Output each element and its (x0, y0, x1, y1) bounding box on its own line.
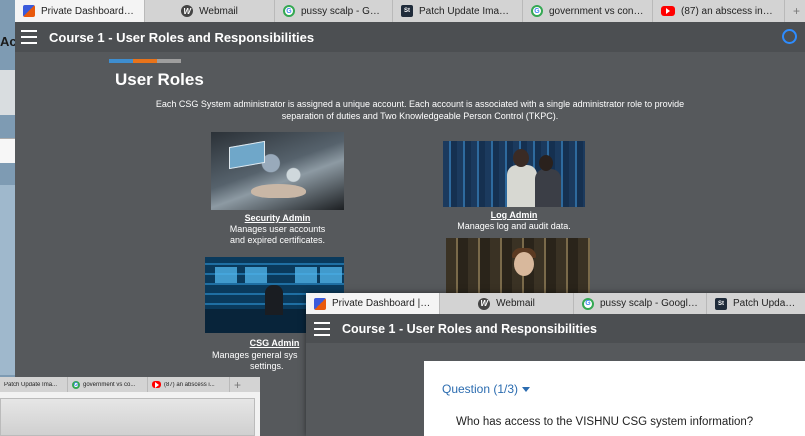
tab-youtube[interactable]: (87) an abscess i... (148, 377, 230, 392)
plus-icon: + (234, 377, 242, 392)
tab-google-search[interactable]: G pussy scalp - Google S... (574, 293, 707, 314)
section-title: User Roles (115, 70, 204, 89)
tab-label: pussy scalp - Google S... (600, 298, 698, 309)
tab-label: (87) an abscess inside... (681, 5, 776, 17)
foreground-window: Private Dashboard | Vi... W Webmail G pu… (306, 293, 805, 436)
dashboard-favicon-icon (23, 5, 35, 17)
security-admin-title: Security Admin (244, 213, 311, 223)
tab-patch-update[interactable]: St Patch Update Images –... (393, 0, 523, 22)
role-image-partial (446, 238, 590, 298)
tab-youtube[interactable]: (87) an abscess inside... (653, 0, 785, 22)
security-admin-description: Manages user accounts and expired certif… (201, 224, 354, 246)
tab-label: Webmail (199, 5, 238, 17)
tab-label: Patch Update Image (733, 298, 797, 309)
plus-icon: + (793, 4, 801, 18)
question-dropdown[interactable]: Question (1/3) (442, 382, 531, 396)
google-favicon-icon: G (283, 5, 295, 17)
youtube-favicon-icon (661, 6, 675, 16)
patch-favicon-icon: St (401, 5, 413, 17)
security-admin-image (211, 132, 344, 210)
content-image (0, 398, 255, 436)
accent-segment-gray (157, 59, 181, 63)
browser-tab-bar: Private Dashboard | Vi... W Webmail G pu… (306, 293, 805, 314)
google-favicon-icon: G (531, 5, 543, 17)
course-header: Course 1 - User Roles and Responsibiliti… (306, 314, 805, 343)
desc-line: Manages user accounts (229, 224, 326, 234)
tab-label: (87) an abscess i... (164, 381, 215, 388)
browser-tab-bar: Patch Update Ima... G government vs co..… (0, 377, 260, 392)
window-content (0, 392, 260, 436)
tab-label: Webmail (496, 298, 535, 309)
new-tab-button[interactable]: + (230, 377, 250, 392)
tab-label: Patch Update Ima... (4, 381, 58, 388)
tab-government[interactable]: G government vs co... (68, 377, 148, 392)
question-counter: Question (1/3) (442, 382, 519, 396)
tab-google-search[interactable]: G pussy scalp - Google S... (275, 0, 393, 22)
tab-webmail[interactable]: W Webmail (440, 293, 574, 314)
desc-line: and expired certificates. (229, 235, 326, 245)
log-admin-description: Manages log and audit data. (457, 221, 571, 231)
tab-private-dashboard[interactable]: Private Dashboard | Vi... (15, 0, 145, 22)
google-favicon-icon: G (72, 380, 80, 389)
background-window-bottom-left: Patch Update Ima... G government vs co..… (0, 377, 260, 436)
tab-patch-update[interactable]: St Patch Update Image (707, 293, 805, 314)
tab-webmail[interactable]: W Webmail (145, 0, 275, 22)
loading-spinner-icon (782, 29, 797, 44)
course-header: Course 1 - User Roles and Responsibiliti… (15, 22, 805, 52)
hamburger-menu-icon[interactable] (314, 321, 330, 336)
caret-down-icon (522, 387, 531, 392)
tab-label: pussy scalp - Google S... (301, 5, 384, 17)
tab-patch-update[interactable]: Patch Update Ima... (0, 377, 68, 392)
new-tab-button[interactable]: + (785, 0, 805, 22)
quiz-area: Question (1/3) Who has access to the VIS… (306, 343, 805, 436)
tab-label: Patch Update Images –... (419, 5, 514, 17)
accent-segment-blue (109, 59, 133, 63)
tab-label: government vs co... (83, 381, 136, 388)
dashboard-favicon-icon (314, 297, 326, 310)
patch-favicon-icon: St (715, 297, 727, 310)
section-accent-bar (109, 59, 181, 63)
log-admin-title: Log Admin (490, 210, 538, 220)
tab-government[interactable]: G government vs contra... (523, 0, 653, 22)
log-admin-image (443, 141, 585, 207)
tab-label: Private Dashboard | Vi... (332, 298, 431, 309)
webmail-favicon-icon: W (478, 297, 491, 310)
browser-tab-bar: Private Dashboard | Vi... W Webmail G pu… (15, 0, 805, 22)
section-intro: Each CSG System administrator is assigne… (155, 99, 685, 121)
youtube-favicon-icon (152, 381, 161, 388)
google-favicon-icon: G (582, 297, 594, 310)
accent-segment-orange (133, 59, 157, 63)
question-card: Question (1/3) Who has access to the VIS… (424, 361, 805, 436)
webmail-favicon-icon: W (181, 5, 194, 17)
course-title: Course 1 - User Roles and Responsibiliti… (49, 29, 315, 45)
question-text: Who has access to the VISHNU CSG system … (456, 416, 754, 428)
tab-label: Private Dashboard | Vi... (41, 5, 136, 17)
hamburger-menu-icon[interactable] (21, 30, 37, 44)
tab-label: government vs contra... (549, 5, 644, 17)
course-title: Course 1 - User Roles and Responsibiliti… (342, 321, 597, 336)
tab-private-dashboard[interactable]: Private Dashboard | Vi... (306, 293, 440, 314)
